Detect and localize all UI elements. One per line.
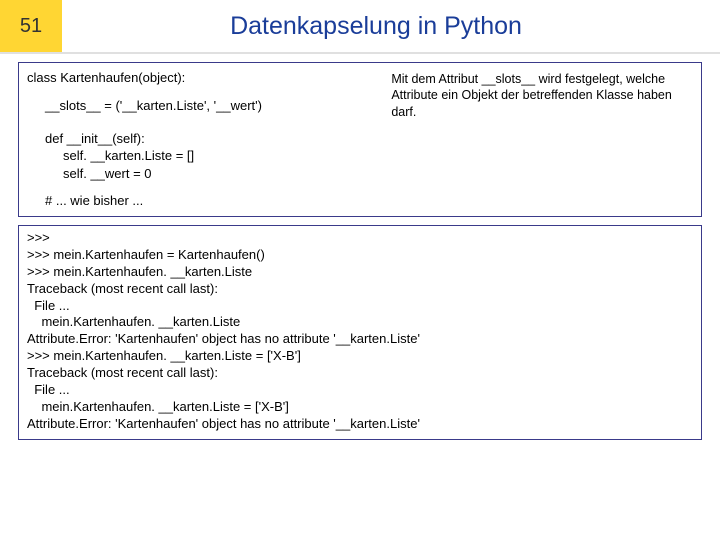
console-line: File ... (27, 298, 693, 315)
console-line: mein.Kartenhaufen. __karten.Liste (27, 314, 693, 331)
console-line: File ... (27, 382, 693, 399)
slide-header: 51 Datenkapselung in Python (0, 0, 720, 54)
slide-number: 51 (0, 0, 62, 52)
console-line: Traceback (most recent call last): (27, 365, 693, 382)
console-line: Attribute.Error: 'Kartenhaufen' object h… (27, 416, 693, 433)
console-box: >>> >>> mein.Kartenhaufen = Kartenhaufen… (18, 225, 702, 440)
console-line: >>> mein.Kartenhaufen = Kartenhaufen() (27, 247, 693, 264)
code-line: self. __wert = 0 (27, 165, 693, 183)
console-line: >>> mein.Kartenhaufen. __karten.Liste = … (27, 348, 693, 365)
code-box-top-row: class Kartenhaufen(object): __slots__ = … (27, 69, 693, 120)
slide-title: Datenkapselung in Python (62, 12, 720, 41)
console-line: >>> (27, 230, 693, 247)
code-line: def __init__(self): (27, 130, 693, 148)
slide-content: class Kartenhaufen(object): __slots__ = … (0, 54, 720, 440)
code-box: class Kartenhaufen(object): __slots__ = … (18, 62, 702, 217)
code-line: self. __karten.Liste = [] (27, 147, 693, 165)
console-line: Attribute.Error: 'Kartenhaufen' object h… (27, 331, 693, 348)
code-snippet-top: class Kartenhaufen(object): __slots__ = … (27, 69, 373, 120)
code-line: class Kartenhaufen(object): (27, 69, 373, 87)
annotation-text: Mit dem Attribut __slots__ wird festgele… (391, 69, 693, 120)
code-line: __slots__ = ('__karten.Liste', '__wert') (27, 97, 373, 115)
code-line: # ... wie bisher ... (27, 192, 693, 210)
console-line: >>> mein.Kartenhaufen. __karten.Liste (27, 264, 693, 281)
console-line: Traceback (most recent call last): (27, 281, 693, 298)
console-line: mein.Kartenhaufen. __karten.Liste = ['X-… (27, 399, 693, 416)
